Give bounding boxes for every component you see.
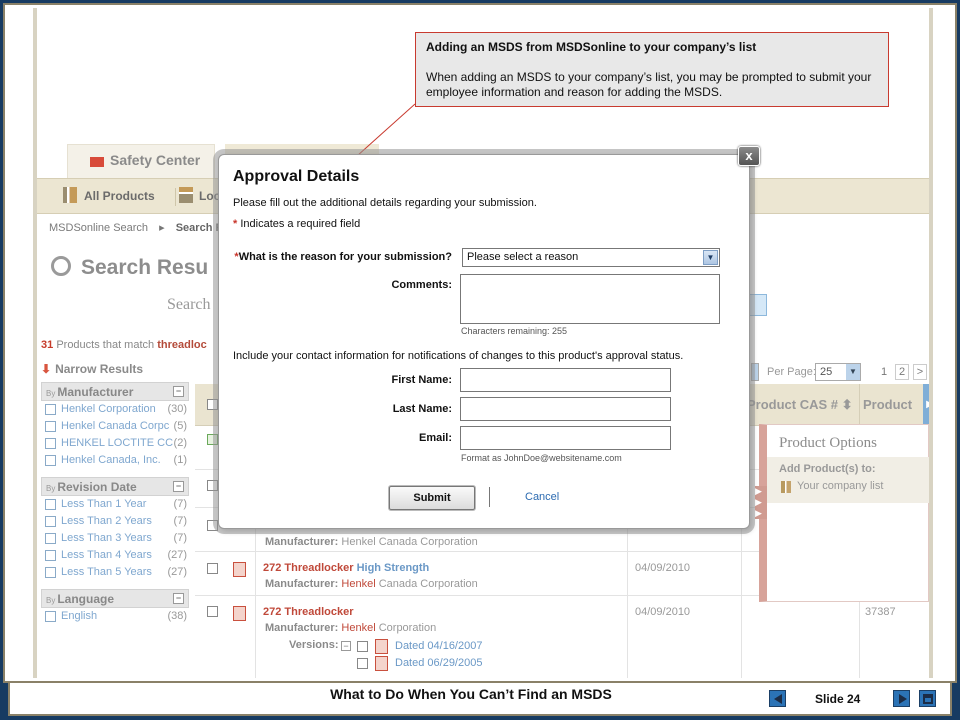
required-star: *: [233, 218, 238, 230]
arrow-right-icon: [899, 694, 907, 704]
arrow-left-icon: [774, 694, 782, 704]
dialog-description: Please fill out the additional details r…: [233, 197, 537, 209]
home-button[interactable]: [919, 690, 936, 707]
callout-body: When adding an MSDS to your company’s li…: [426, 70, 872, 99]
reason-select[interactable]: Please select a reason ▼: [462, 248, 720, 267]
submit-button[interactable]: Submit: [389, 486, 475, 510]
home-icon: [923, 694, 933, 704]
last-name-label: Last Name:: [392, 403, 452, 415]
contact-instructions: Include your contact information for not…: [233, 350, 684, 362]
first-name-label: First Name:: [391, 374, 452, 386]
comments-label: Comments:: [391, 279, 452, 291]
callout-box: Adding an MSDS from MSDSonline to your c…: [415, 32, 889, 107]
first-name-field[interactable]: [460, 368, 671, 392]
email-field[interactable]: [460, 426, 671, 450]
slide-title: What to Do When You Can’t Find an MSDS: [330, 686, 612, 702]
characters-remaining: Characters remaining: 255: [461, 326, 568, 336]
email-label: Email:: [418, 432, 452, 444]
last-name-field[interactable]: [460, 397, 671, 421]
required-note: * Indicates a required field: [233, 218, 360, 230]
previous-slide-button[interactable]: [769, 690, 786, 707]
close-icon[interactable]: x: [738, 146, 760, 166]
required-text: Indicates a required field: [240, 218, 361, 230]
callout-title: Adding an MSDS from MSDSonline to your c…: [426, 40, 757, 54]
next-slide-button[interactable]: [893, 690, 910, 707]
reason-label-text: What is the reason for your submission?: [238, 251, 452, 263]
leader-line: [356, 103, 416, 157]
button-separator: [489, 487, 490, 507]
slide-number: Slide 24: [815, 692, 861, 706]
comments-textarea[interactable]: [460, 274, 720, 324]
reason-select-value: Please select a reason: [467, 251, 579, 263]
cancel-link[interactable]: Cancel: [525, 491, 559, 503]
approval-details-dialog: Approval Details Please fill out the add…: [218, 154, 750, 529]
email-format-hint: Format as JohnDoe@websitename.com: [461, 453, 622, 463]
dialog-title: Approval Details: [233, 168, 360, 185]
reason-label: *What is the reason for your submission?: [233, 251, 452, 263]
chevron-down-icon: ▼: [703, 250, 718, 265]
